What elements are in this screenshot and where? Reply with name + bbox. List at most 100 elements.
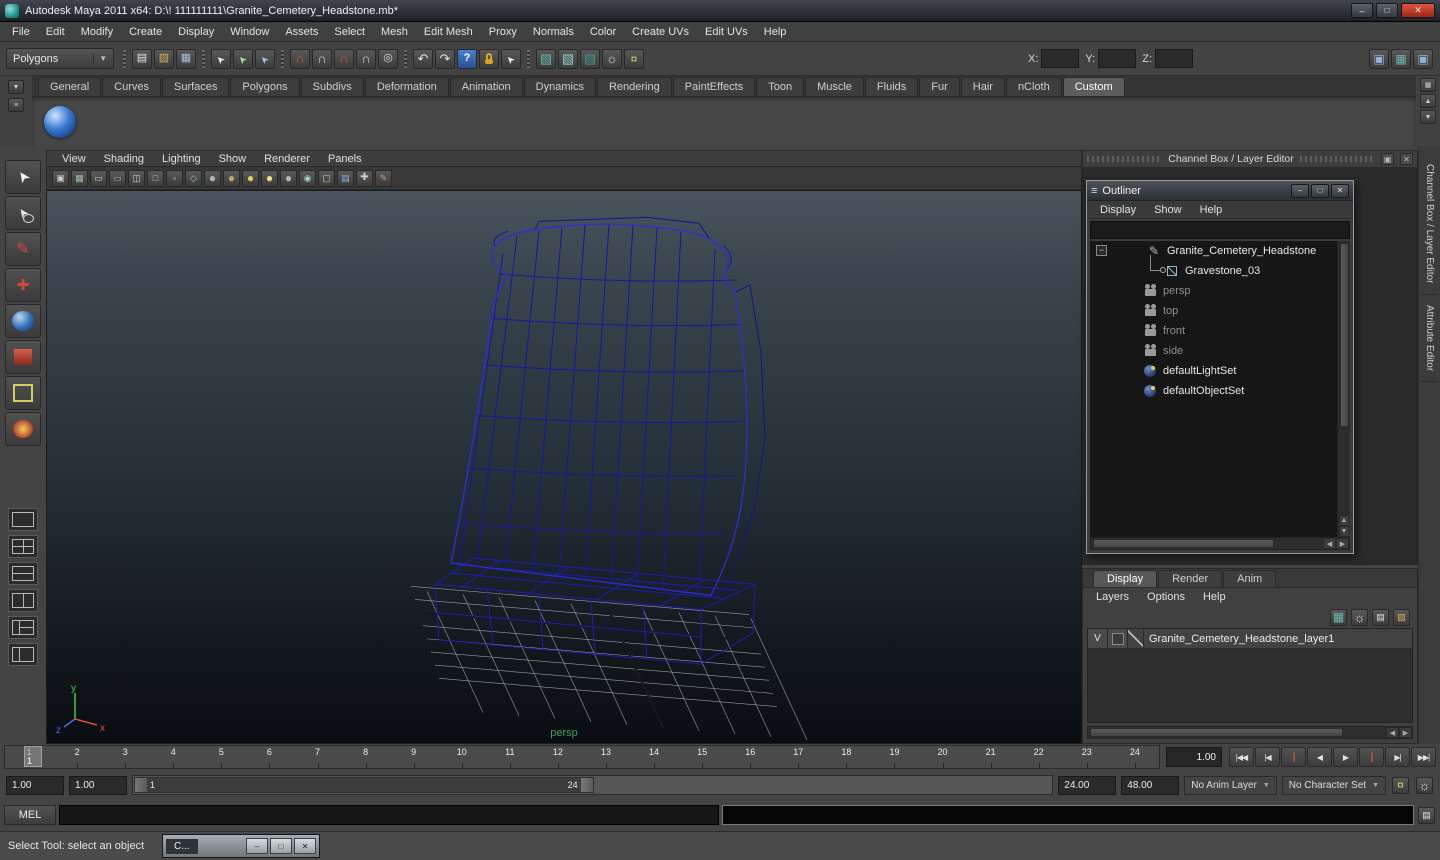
- mini-restore-button[interactable]: □: [270, 838, 292, 854]
- select-camera-icon[interactable]: [52, 169, 69, 187]
- use-default-lighting-icon[interactable]: [242, 169, 259, 187]
- timeline-frame-label[interactable]: 17: [774, 746, 822, 768]
- tab-attribute-editor[interactable]: Attribute Editor: [1421, 295, 1438, 382]
- layer-editor-tab[interactable]: Render: [1158, 570, 1223, 587]
- playback-start-field[interactable]: 1.00: [69, 775, 127, 795]
- panel-menu-item[interactable]: Shading: [95, 152, 153, 166]
- grid-icon[interactable]: [71, 169, 88, 187]
- menu-item[interactable]: Proxy: [481, 24, 525, 40]
- isolate-select-icon[interactable]: [318, 169, 335, 187]
- timeline-frame-label[interactable]: 12: [534, 746, 582, 768]
- layer-options-icon[interactable]: [1351, 608, 1368, 626]
- outliner-menu-item[interactable]: Help: [1191, 203, 1232, 217]
- scroll-right-icon[interactable]: ▶: [1336, 538, 1349, 549]
- panel-menu-item[interactable]: Lighting: [153, 152, 210, 166]
- outliner-item-set[interactable]: defaultObjectSet: [1090, 381, 1350, 401]
- scrollbar-thumb[interactable]: [1090, 728, 1343, 737]
- make-object-live-icon[interactable]: [378, 48, 398, 69]
- range-end-handle[interactable]: [580, 778, 593, 792]
- scroll-left-icon[interactable]: ◀: [1323, 538, 1336, 549]
- use-all-lights-icon[interactable]: [261, 169, 278, 187]
- shelf-tab[interactable]: Surfaces: [161, 77, 230, 96]
- layer-editor-menu-item[interactable]: Help: [1194, 590, 1235, 604]
- menu-item[interactable]: Window: [222, 24, 277, 40]
- film-gate-icon[interactable]: [90, 169, 107, 187]
- outliner-menu-item[interactable]: Display: [1091, 203, 1145, 217]
- layer-list-hscrollbar[interactable]: ◀ ▶: [1087, 726, 1413, 739]
- layer-visibility-toggle[interactable]: V: [1088, 629, 1108, 648]
- maximize-button[interactable]: [1376, 3, 1398, 18]
- shelf-tab[interactable]: Deformation: [364, 77, 449, 96]
- y-input[interactable]: [1098, 49, 1137, 68]
- outliner-item-camera[interactable]: top: [1090, 301, 1350, 321]
- outliner-vscrollbar[interactable]: ▲ ▼: [1337, 241, 1350, 537]
- open-render-view-icon[interactable]: [536, 48, 556, 69]
- toolbar-separator[interactable]: [527, 49, 530, 68]
- timeline-track[interactable]: 123456789101112131415161718192021222324: [4, 745, 1160, 769]
- timeline-frame-label[interactable]: 23: [1063, 746, 1111, 768]
- mini-minimize-button[interactable]: –: [246, 838, 268, 854]
- shelf-scroll-up-icon[interactable]: ▲: [1420, 94, 1436, 108]
- ipr-render-icon[interactable]: [580, 48, 600, 69]
- timeline-frame-label[interactable]: 14: [630, 746, 678, 768]
- select-by-object-type-icon[interactable]: [233, 48, 253, 69]
- close-button[interactable]: [1401, 3, 1435, 18]
- soft-modification-tool[interactable]: [5, 412, 41, 446]
- timeline-frame-label[interactable]: 18: [822, 746, 870, 768]
- layer-display-type-toggle[interactable]: [1128, 629, 1144, 648]
- paint-selection-tool[interactable]: [5, 232, 41, 266]
- new-scene-icon[interactable]: [132, 48, 152, 69]
- safe-title-icon[interactable]: [166, 169, 183, 187]
- anim-layer-dropdown[interactable]: No Anim Layer ▼: [1184, 775, 1277, 795]
- timeline-frame-label[interactable]: 4: [149, 746, 197, 768]
- menu-item[interactable]: Assets: [277, 24, 326, 40]
- outliner-item-camera[interactable]: persp: [1090, 281, 1350, 301]
- menu-item[interactable]: Edit Mesh: [416, 24, 481, 40]
- shelf-tab[interactable]: Polygons: [230, 77, 300, 96]
- rotate-tool[interactable]: [5, 304, 41, 338]
- menu-item[interactable]: Normals: [525, 24, 582, 40]
- panel-menu-item[interactable]: Panels: [319, 152, 371, 166]
- menu-item[interactable]: Select: [326, 24, 373, 40]
- universal-manipulator-tool[interactable]: [5, 376, 41, 410]
- toolbar-separator[interactable]: [404, 49, 407, 68]
- playback-range-bar[interactable]: 1 24: [134, 777, 594, 793]
- shelf-tab[interactable]: Curves: [102, 77, 161, 96]
- layout-two-pane-side-button[interactable]: [8, 589, 38, 612]
- timeline-frame-label[interactable]: 6: [245, 746, 293, 768]
- timeline-frame-label[interactable]: 16: [726, 746, 774, 768]
- play-forwards-button[interactable]: ▶: [1333, 747, 1358, 767]
- play-backwards-button[interactable]: ◀: [1307, 747, 1332, 767]
- gate-mask-icon[interactable]: [128, 169, 145, 187]
- outliner-item-set[interactable]: defaultLightSet: [1090, 361, 1350, 381]
- playback-end-field[interactable]: 24.00: [1058, 775, 1117, 795]
- move-tool[interactable]: [5, 268, 41, 302]
- lock-selection-icon[interactable]: [479, 48, 499, 69]
- shelf-tab[interactable]: General: [38, 77, 102, 96]
- layout-four-pane-button[interactable]: [8, 535, 38, 558]
- menu-item[interactable]: Display: [170, 24, 222, 40]
- undo-icon[interactable]: [413, 48, 433, 69]
- snap-to-curves-icon[interactable]: [312, 48, 332, 69]
- toggle-attribute-editor-icon[interactable]: [1369, 48, 1389, 69]
- select-by-hierarchy-icon[interactable]: [211, 48, 231, 69]
- panel-menu-item[interactable]: Renderer: [255, 152, 319, 166]
- step-forward-one-key-button[interactable]: |: [1359, 747, 1384, 767]
- shelf-tab[interactable]: Rendering: [596, 77, 672, 96]
- shaded-mode-icon[interactable]: [204, 169, 221, 187]
- command-input[interactable]: [59, 805, 719, 825]
- render-settings-icon[interactable]: [602, 48, 622, 69]
- scrollbar-thumb[interactable]: [1093, 539, 1274, 548]
- timeline-frame-label[interactable]: 24: [1111, 746, 1159, 768]
- command-language-toggle[interactable]: MEL: [4, 805, 56, 825]
- scroll-left-icon[interactable]: ◀: [1386, 727, 1399, 738]
- open-scene-icon[interactable]: [154, 48, 174, 69]
- resolution-gate-icon[interactable]: [109, 169, 126, 187]
- outliner-title-bar[interactable]: ≡ Outliner – □ ✕: [1087, 181, 1353, 201]
- grease-pencil-icon[interactable]: [375, 169, 392, 187]
- timeline-frame-label[interactable]: 19: [870, 746, 918, 768]
- range-start-handle[interactable]: [135, 778, 147, 792]
- render-current-frame-icon[interactable]: [558, 48, 578, 69]
- shelf-editor-icon[interactable]: ▦: [1420, 78, 1436, 92]
- select-by-component-type-icon[interactable]: [255, 48, 275, 69]
